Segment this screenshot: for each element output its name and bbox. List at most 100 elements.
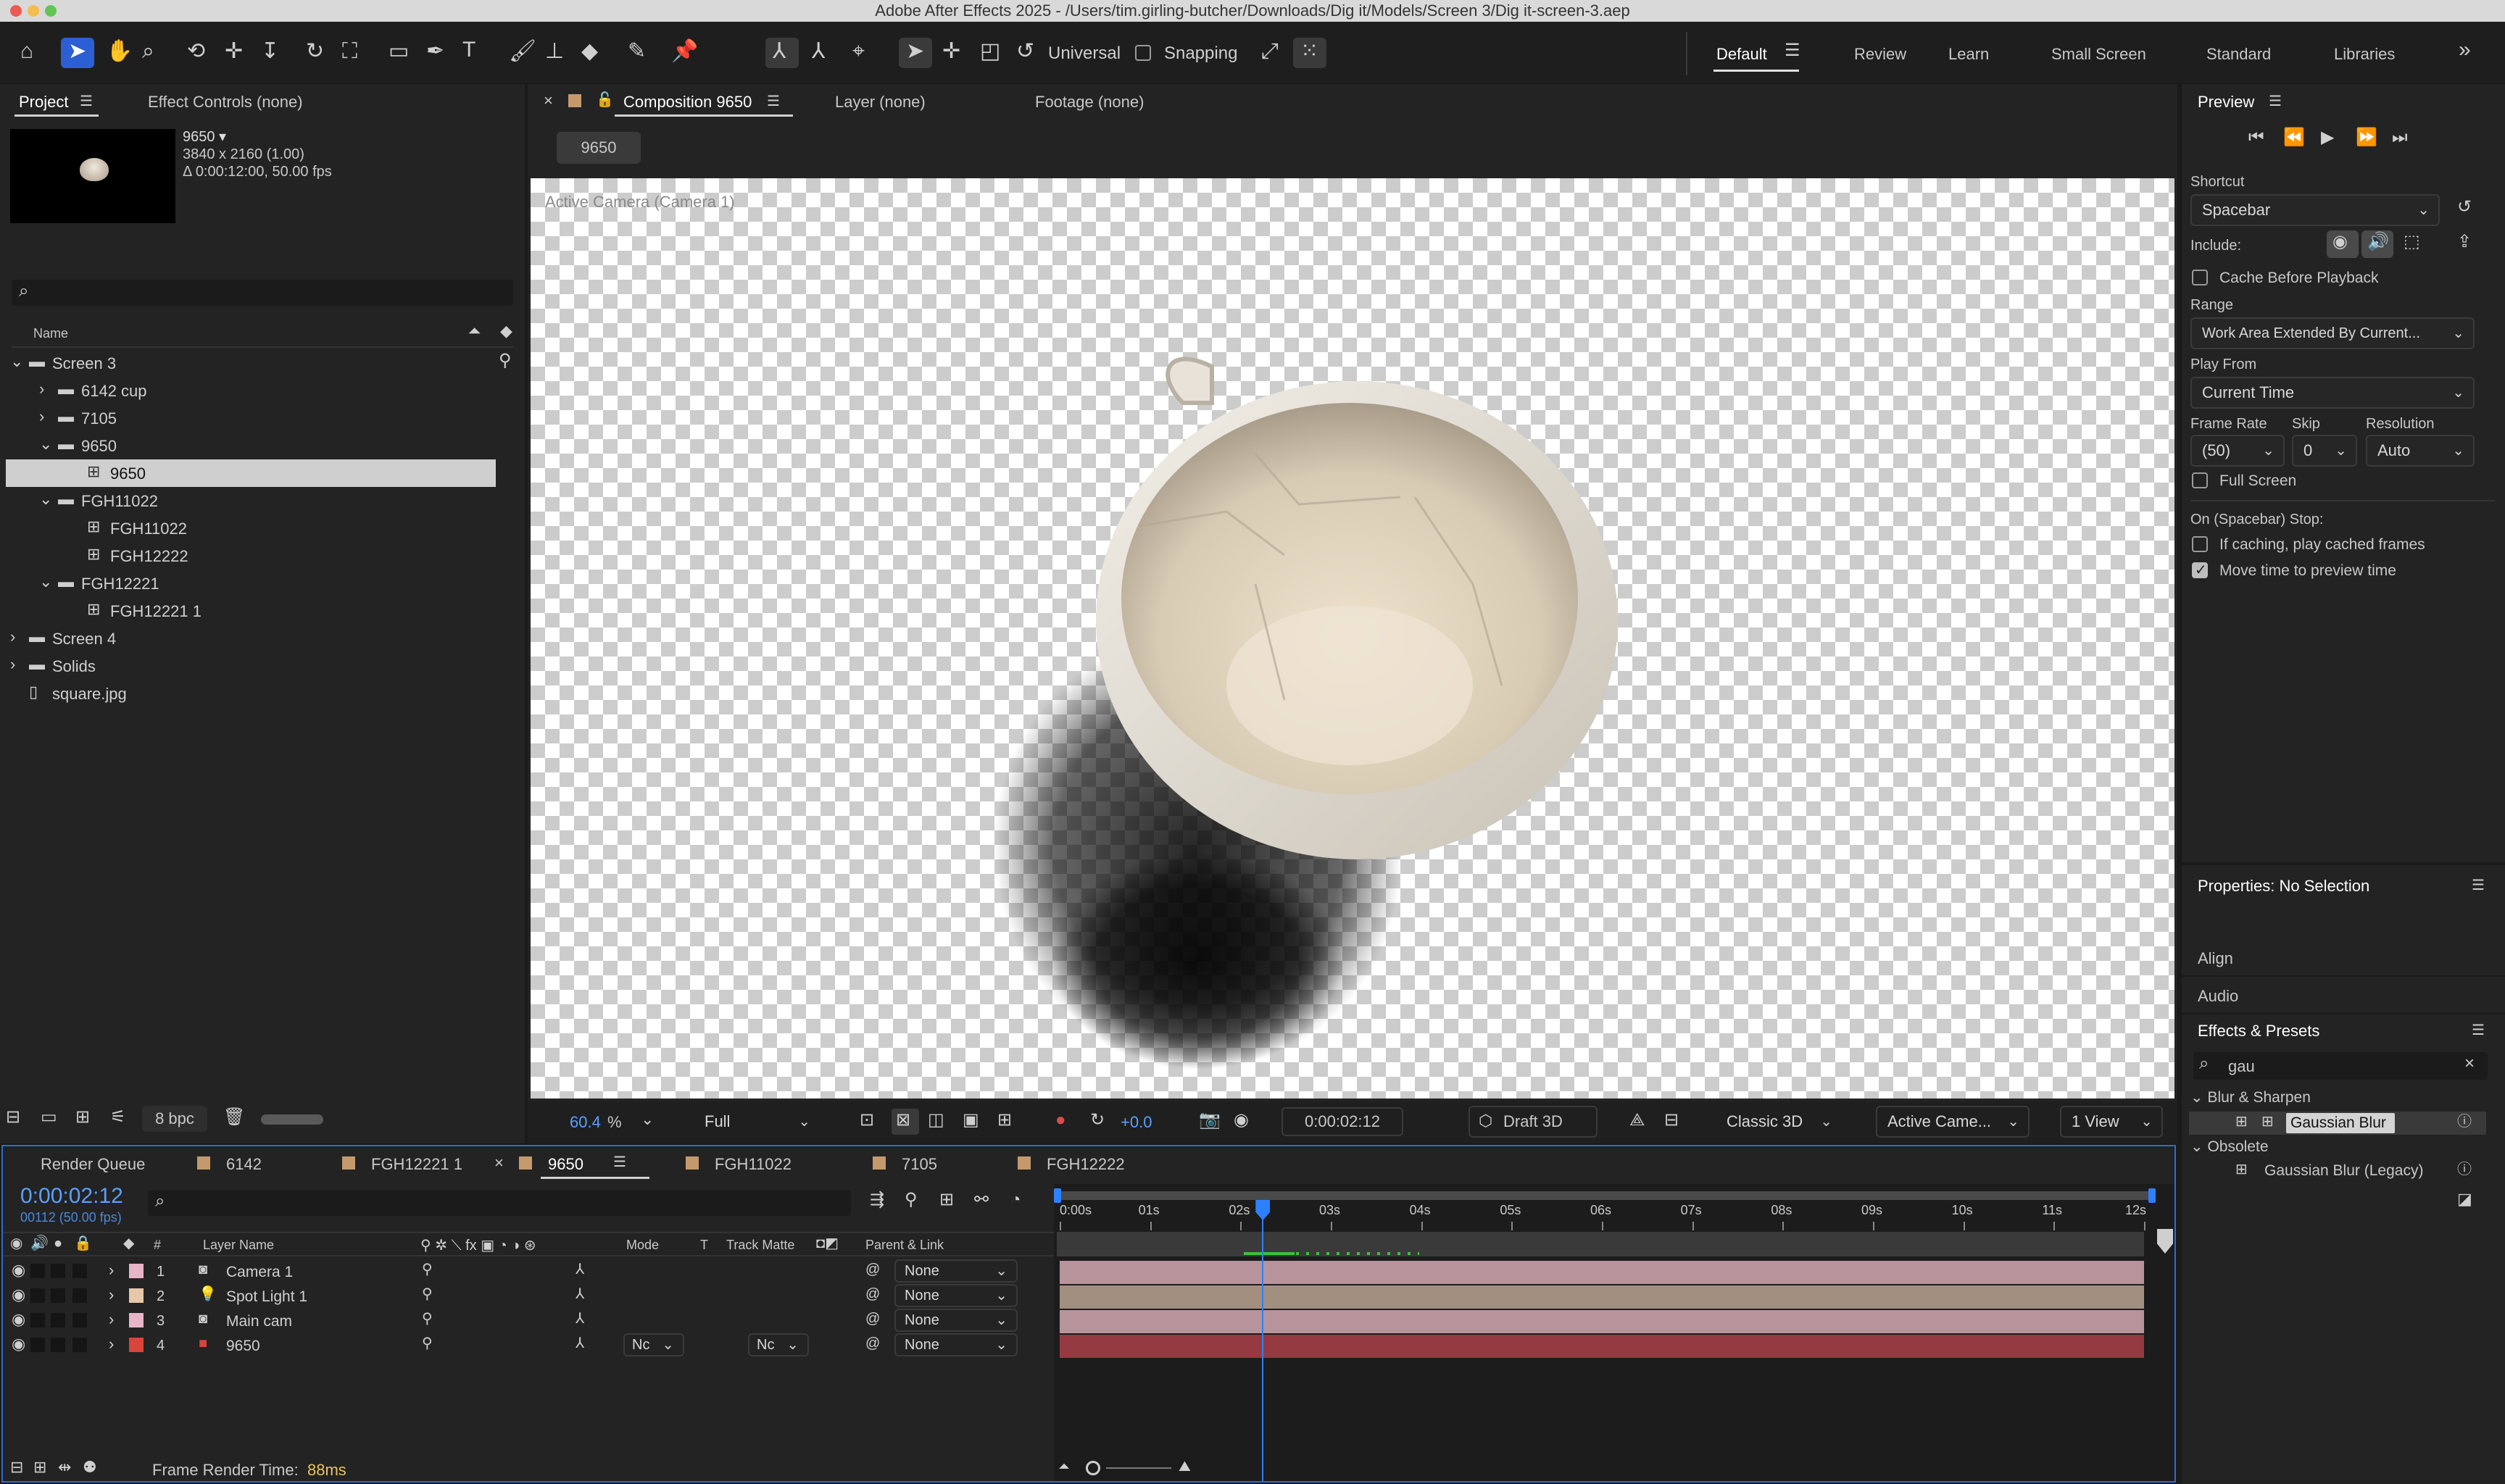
new-comp-icon[interactable]: ⊞ — [75, 1109, 90, 1126]
world-axis-icon[interactable]: ⅄ — [812, 41, 825, 62]
sort-up-icon[interactable]: ⏶ — [468, 323, 481, 339]
chevron-down-icon[interactable]: ⌄ — [10, 354, 23, 370]
pick-whip-icon[interactable]: @ — [865, 1312, 880, 1326]
new-folder-icon[interactable]: ▭ — [41, 1109, 57, 1126]
eye-icon[interactable]: ◉ — [12, 1262, 25, 1278]
skip-dropdown[interactable]: 0 ⌄ — [2292, 435, 2357, 467]
current-time-field[interactable]: 0:00:02:12 — [1281, 1107, 1403, 1136]
project-item[interactable]: ⊞ 9650 — [6, 459, 496, 487]
layer-color-label[interactable] — [129, 1288, 144, 1303]
pick-whip-icon[interactable]: @ — [865, 1336, 880, 1351]
eye-icon[interactable]: ◉ — [12, 1312, 25, 1327]
local-axis-button[interactable]: ⅄ — [765, 38, 799, 68]
safe-zones-icon[interactable]: ▣ — [963, 1112, 979, 1129]
layer-duration-bar[interactable] — [1060, 1335, 2144, 1358]
eraser-tool-icon[interactable]: ◆ — [581, 41, 598, 62]
3d-ground-icon[interactable]: ⟁ — [1629, 1112, 1645, 1129]
composition-mini-flowchart-icon[interactable]: ⇶ — [870, 1191, 884, 1209]
column-layer-name[interactable]: Layer Name — [203, 1238, 274, 1253]
framerate-dropdown[interactable]: (50) ⌄ — [2190, 435, 2285, 467]
pan-camera-icon[interactable]: ✛ — [225, 41, 243, 62]
close-tab-icon[interactable]: × — [494, 1155, 504, 1171]
audio-toggle[interactable] — [30, 1313, 45, 1327]
chevron-right-icon[interactable]: › — [10, 629, 15, 645]
rotate-gizmo-icon[interactable]: ↺ — [1016, 41, 1034, 62]
project-search-input[interactable]: ⌕ — [12, 280, 513, 306]
region-icon[interactable]: ⊞ — [997, 1112, 1012, 1129]
rotate-tool-icon[interactable]: ↻ — [306, 41, 324, 62]
cache-checkbox[interactable] — [2192, 270, 2208, 285]
reset-shortcut-icon[interactable]: ↺ — [2457, 199, 2472, 216]
parent-dropdown[interactable]: None ⌄ — [894, 1309, 1018, 1332]
extended-viewer-icon[interactable]: ⊟ — [1664, 1112, 1679, 1129]
layer-color-label[interactable] — [129, 1264, 144, 1278]
thumb-name[interactable]: 9650 ▾ — [183, 128, 226, 146]
zoom-out-icon[interactable]: ⏶ — [1058, 1459, 1070, 1474]
project-item[interactable]: ▯ square.jpg — [0, 680, 507, 707]
home-icon[interactable]: ⌂ — [20, 41, 33, 62]
workspace-learn[interactable]: Learn — [1948, 45, 1989, 64]
timeline-search-input[interactable]: ⌕ — [148, 1190, 851, 1216]
orbit-camera-icon[interactable]: ⟲ — [187, 41, 205, 62]
puppet-pin-icon[interactable]: 📌 — [671, 41, 698, 62]
work-area-start-handle[interactable] — [1054, 1188, 1061, 1203]
tab-layer[interactable]: Layer (none) — [835, 93, 926, 112]
effect-gaussian-legacy[interactable]: ⊞ Gaussian Blur (Legacy) ⓘ — [2189, 1159, 2486, 1183]
snapping-checkbox[interactable] — [1135, 45, 1151, 61]
view-layout-dropdown[interactable]: 1 View ⌄ — [2060, 1106, 2163, 1138]
parent-dropdown[interactable]: None ⌄ — [894, 1284, 1018, 1307]
parent-dropdown[interactable]: None ⌄ — [894, 1259, 1018, 1283]
audio-toggle[interactable] — [30, 1288, 45, 1303]
project-item[interactable]: ⊞ FGH12221 1 — [0, 597, 507, 625]
project-item[interactable]: ⌄ ▬ FGH11022 — [0, 487, 507, 514]
translate-icon[interactable]: ✛ — [942, 41, 960, 62]
channels-icon[interactable]: ● — [1055, 1112, 1066, 1129]
align-panel[interactable]: Align — [2182, 939, 2505, 975]
shy-switch-icon[interactable]: ⚲ — [422, 1262, 433, 1277]
range-dropdown[interactable]: Work Area Extended By Current... ⌄ — [2190, 317, 2475, 349]
include-overlays-icon[interactable]: ⬚ — [2404, 233, 2420, 251]
layer-duration-bar[interactable] — [1060, 1310, 2144, 1333]
tab-menu-icon[interactable]: ☰ — [613, 1155, 626, 1170]
category-blur-sharpen[interactable]: ⌄ Blur & Sharpen — [2190, 1088, 2311, 1106]
play-icon[interactable]: ▶ — [2321, 129, 2334, 146]
3d-layer-icon[interactable]: ⅄ — [576, 1336, 584, 1351]
tab-project[interactable]: Project — [19, 93, 68, 112]
lock-toggle[interactable] — [72, 1264, 87, 1278]
hide-shy-layers-icon[interactable]: ⊞ — [939, 1191, 954, 1209]
mask-visibility-icon[interactable]: ◫ — [928, 1112, 944, 1129]
eye-icon[interactable]: ◉ — [12, 1336, 25, 1352]
thumbnail-size-slider[interactable] — [261, 1114, 323, 1125]
solo-toggle[interactable] — [51, 1288, 65, 1303]
tab-composition[interactable]: Composition 9650 — [623, 93, 752, 112]
chevron-right-icon[interactable]: › — [39, 381, 44, 397]
timeline-navigator-end[interactable] — [2157, 1229, 2173, 1254]
audio-toggle[interactable] — [30, 1338, 45, 1352]
3d-layer-icon[interactable]: ⅄ — [576, 1262, 584, 1277]
selection-tool[interactable]: ➤ — [61, 38, 94, 68]
transfer-controls-icon[interactable]: ⊞ — [33, 1459, 46, 1475]
tab-footage[interactable]: Footage (none) — [1035, 93, 1144, 112]
effects-menu-icon[interactable]: ☰ — [2472, 1023, 2485, 1038]
3d-layer-icon[interactable]: ⅄ — [576, 1312, 584, 1326]
layer-name[interactable]: Camera 1 — [226, 1264, 293, 1281]
snap-options-icon[interactable]: ⤢ — [1261, 41, 1279, 62]
comp-menu-icon[interactable]: ☰ — [767, 94, 780, 109]
export-icon[interactable]: ⇪ — [2457, 233, 2472, 251]
label-tag-icon[interactable]: ◆ — [500, 323, 512, 339]
close-comp-tab-icon[interactable]: × — [544, 93, 553, 109]
pan-behind-icon[interactable]: ⛶ — [342, 41, 357, 62]
first-frame-icon[interactable]: ⏮ — [2248, 129, 2264, 146]
project-item[interactable]: ⌄ ▬ FGH12221 — [0, 570, 507, 597]
bpc-button[interactable]: 8 bpc — [142, 1106, 207, 1132]
work-area-bar[interactable] — [1054, 1188, 2156, 1203]
include-audio-button[interactable]: 🔊 — [2361, 230, 2393, 258]
draft-3d-button[interactable]: ⬡ Draft 3D — [1468, 1106, 1598, 1138]
audio-title[interactable]: Audio — [2198, 987, 2238, 1006]
snap-extra-button[interactable]: ⁙ — [1293, 38, 1326, 68]
comp-viewer[interactable]: Active Camera (Camera 1) — [531, 178, 2174, 1099]
info-icon[interactable]: ⓘ — [2457, 1114, 2472, 1129]
layer-name[interactable]: 9650 — [226, 1338, 260, 1355]
timeline-layer-row[interactable]: ◉ › 3 ◙ Main cam ⚲ ⅄ @ None ⌄ — [3, 1309, 1054, 1333]
project-item[interactable]: › ▬ Screen 4 — [0, 625, 507, 652]
